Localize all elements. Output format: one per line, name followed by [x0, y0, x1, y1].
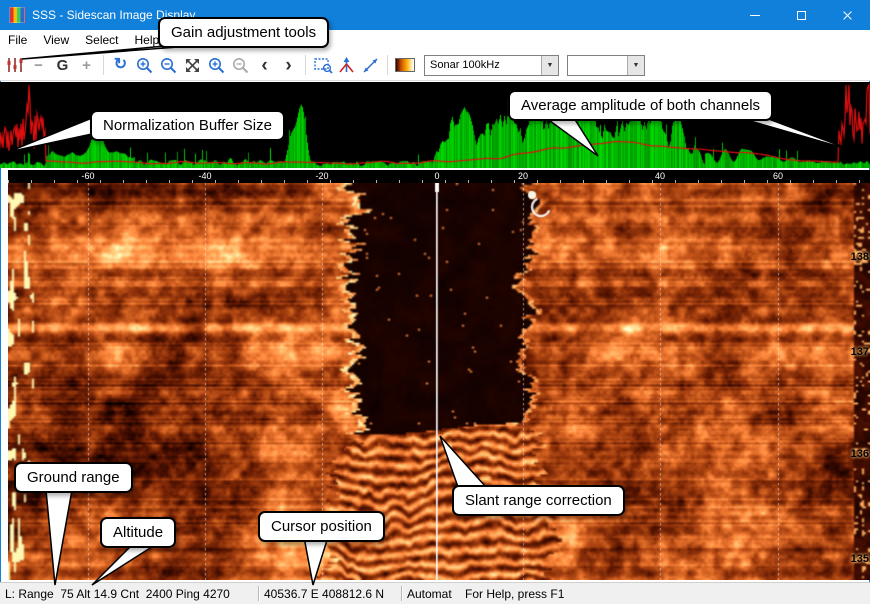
minimize-button[interactable] — [732, 0, 778, 30]
ping-number-label: 136 — [851, 448, 869, 460]
sonar-frequency-select[interactable]: Sonar 100kHz ▼ — [424, 55, 559, 76]
chevron-down-icon: ▼ — [541, 56, 558, 75]
fit-view-icon — [183, 56, 202, 75]
auto-gain-icon: G — [57, 58, 69, 73]
measure-icon — [361, 56, 380, 75]
toolbar-separator — [103, 55, 104, 75]
app-window: SSS - Sidescan Image Display File View S… — [0, 0, 870, 604]
ping-number-label: 135 — [851, 553, 869, 565]
decrease-gain-icon: − — [34, 58, 43, 73]
zoom-out-icon — [159, 56, 178, 75]
gain-sliders-icon — [5, 55, 25, 75]
minimize-icon — [750, 15, 760, 16]
ruler-tick-label: 40 — [655, 171, 665, 181]
refresh-icon: ↻ — [114, 57, 127, 73]
sonar-frequency-value: Sonar 100kHz — [425, 59, 541, 71]
zoom-in-button[interactable] — [133, 54, 156, 77]
status-help-text: For Help, press F1 — [460, 583, 569, 604]
increase-gain-icon: + — [82, 58, 91, 73]
magnify-minus-icon — [231, 56, 250, 75]
sonar-ruler: -60 -40 -20 0 20 40 60 — [8, 170, 870, 183]
callout-ground-range: Ground range — [14, 462, 133, 493]
status-telemetry: L: Range 75 Alt 14.9 Cnt 2400 Ping 4270 — [0, 583, 258, 604]
ruler-tick-label: -20 — [315, 171, 328, 181]
callout-slant-range: Slant range correction — [452, 485, 625, 516]
next-ping-icon: › — [285, 56, 291, 75]
zoom-box-button[interactable] — [311, 54, 334, 77]
callout-altitude: Altitude — [100, 517, 176, 548]
status-mode: Automat — [402, 583, 460, 604]
refresh-button[interactable]: ↻ — [109, 54, 132, 77]
colormap-button[interactable] — [393, 54, 416, 77]
window-controls — [732, 0, 870, 30]
callout-cursor-position: Cursor position — [258, 511, 385, 542]
magnify-plus-button[interactable] — [205, 54, 228, 77]
status-cursor-coords: 40536.7 E 408812.6 N — [259, 583, 401, 604]
toolbar: − G + ↻ — [0, 50, 870, 81]
menu-select[interactable]: Select — [77, 30, 126, 50]
fit-view-button[interactable] — [181, 54, 204, 77]
contact-marker-icon — [337, 56, 356, 75]
ping-number-label: 137 — [851, 346, 869, 358]
toolbar-separator — [387, 55, 388, 75]
ruler-tick-label: -40 — [198, 171, 211, 181]
maximize-icon — [797, 11, 806, 20]
app-icon — [9, 7, 25, 23]
prev-ping-icon: ‹ — [261, 56, 267, 75]
ruler-tick-label: 20 — [518, 171, 528, 181]
gain-sliders-button[interactable] — [3, 54, 26, 77]
zoom-in-icon — [135, 56, 154, 75]
colormap-icon — [395, 58, 415, 72]
title-bar: SSS - Sidescan Image Display — [0, 0, 870, 30]
menu-bar: File View Select Help — [0, 30, 870, 50]
increase-gain-button[interactable]: + — [75, 54, 98, 77]
magnify-minus-button[interactable] — [229, 54, 252, 77]
zoom-box-icon — [313, 56, 333, 75]
contact-marker-button[interactable] — [335, 54, 358, 77]
channel-select[interactable]: ▼ — [567, 55, 645, 76]
menu-file[interactable]: File — [0, 30, 35, 50]
close-button[interactable] — [824, 0, 870, 30]
callout-gain-tools: Gain adjustment tools — [158, 17, 329, 48]
maximize-button[interactable] — [778, 0, 824, 30]
callout-average-amplitude: Average amplitude of both channels — [508, 90, 773, 121]
decrease-gain-button[interactable]: − — [27, 54, 50, 77]
prev-ping-button[interactable]: ‹ — [253, 54, 276, 77]
status-bar: L: Range 75 Alt 14.9 Cnt 2400 Ping 4270 … — [0, 582, 870, 604]
menu-view[interactable]: View — [35, 30, 77, 50]
ruler-tick-label: 0 — [434, 171, 439, 181]
ping-number-label: 138 — [851, 251, 869, 263]
close-icon — [842, 10, 853, 21]
ruler-tick-label: -60 — [81, 171, 94, 181]
magnify-plus-icon — [207, 56, 226, 75]
ruler-tick-label: 60 — [773, 171, 783, 181]
chevron-down-icon: ▼ — [627, 56, 644, 75]
zoom-out-button[interactable] — [157, 54, 180, 77]
measure-button[interactable] — [359, 54, 382, 77]
toolbar-separator — [305, 55, 306, 75]
callout-normalization: Normalization Buffer Size — [90, 110, 285, 141]
next-ping-button[interactable]: › — [277, 54, 300, 77]
auto-gain-button[interactable]: G — [51, 54, 74, 77]
